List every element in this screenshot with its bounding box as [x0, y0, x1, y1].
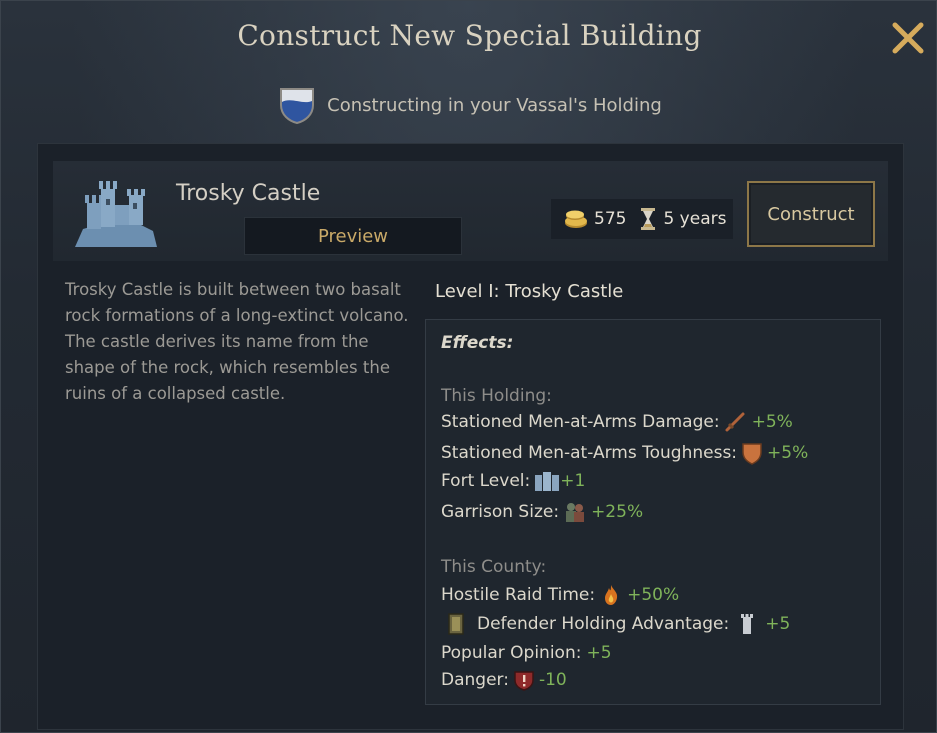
effects-label: Effects: [441, 333, 514, 353]
effect-value: +50% [627, 585, 680, 605]
effect-label: Stationed Men-at-Arms Damage: [441, 412, 720, 432]
effect-value: +1 [560, 471, 586, 491]
level-name: Trosky Castle [505, 281, 624, 302]
effect-label: Fort Level: [441, 471, 531, 491]
banner-icon [448, 613, 464, 635]
hourglass-icon [641, 208, 656, 230]
tower-icon [741, 614, 754, 634]
effect-value: +5 [765, 614, 791, 634]
danger-icon [514, 671, 534, 691]
effect-label: Garrison Size: [441, 502, 560, 522]
gold-coins-icon [565, 210, 587, 228]
effect-row[interactable]: Garrison Size: +25% [441, 501, 643, 523]
subtitle-text: Constructing in your Vassal's Holding [327, 94, 662, 116]
building-description: Trosky Castle is built between two basal… [65, 280, 409, 403]
gold-cost: 575 [594, 209, 627, 229]
soldiers-icon [566, 503, 585, 522]
preview-button[interactable]: Preview [244, 217, 462, 255]
construct-building-window: Construct New Special Building Construct… [0, 0, 937, 733]
building-name: Trosky Castle [176, 181, 321, 206]
level-title: Level I: Trosky Castle [435, 281, 623, 302]
effect-label: Hostile Raid Time: [441, 585, 596, 605]
holding-header-row: This Holding: [441, 386, 552, 406]
coat-of-arms-icon [280, 88, 315, 125]
fort-icon [535, 472, 560, 491]
close-icon [892, 22, 924, 54]
effect-label: Defender Holding Advantage: [477, 614, 730, 634]
cost-box: 575 5 years [551, 199, 733, 239]
effect-row[interactable]: Defender Holding Advantage: +5 [447, 613, 790, 635]
effects-label-row: Effects: [441, 333, 513, 353]
sword-icon [725, 412, 745, 432]
fire-icon [605, 585, 618, 605]
effect-value: +25% [591, 502, 644, 522]
holding-header: This Holding: [441, 386, 552, 406]
effect-value: +5% [751, 412, 793, 432]
effect-label: Popular Opinion: [441, 643, 582, 663]
level-prefix: Level I: [435, 281, 500, 302]
county-header: This County: [441, 557, 547, 577]
effect-row[interactable]: Stationed Men-at-Arms Damage: +5% [441, 411, 793, 433]
shield-icon [742, 443, 762, 465]
effect-value: -10 [538, 670, 567, 690]
effect-row[interactable]: Fort Level: +1 [441, 471, 585, 491]
effect-row[interactable]: Hostile Raid Time: +50% [441, 583, 679, 607]
effect-label: Danger: [441, 670, 509, 690]
effect-row[interactable]: Stationed Men-at-Arms Toughness: +5% [441, 441, 808, 465]
effect-label: Stationed Men-at-Arms Toughness: [441, 443, 738, 463]
build-time: 5 years [663, 209, 727, 229]
effect-row[interactable]: Danger: -10 [441, 669, 567, 691]
window-title: Construct New Special Building [237, 19, 702, 52]
vassal-holding-notice: Constructing in your Vassal's Holding [1, 85, 937, 125]
county-header-row: This County: [441, 557, 546, 577]
effect-value: +5% [767, 443, 809, 463]
effect-value: +5 [586, 643, 612, 663]
effect-row[interactable]: Popular Opinion: +5 [441, 643, 612, 663]
construct-button[interactable]: Construct [747, 181, 875, 247]
castle-icon [75, 181, 157, 247]
close-button[interactable] [887, 17, 929, 59]
